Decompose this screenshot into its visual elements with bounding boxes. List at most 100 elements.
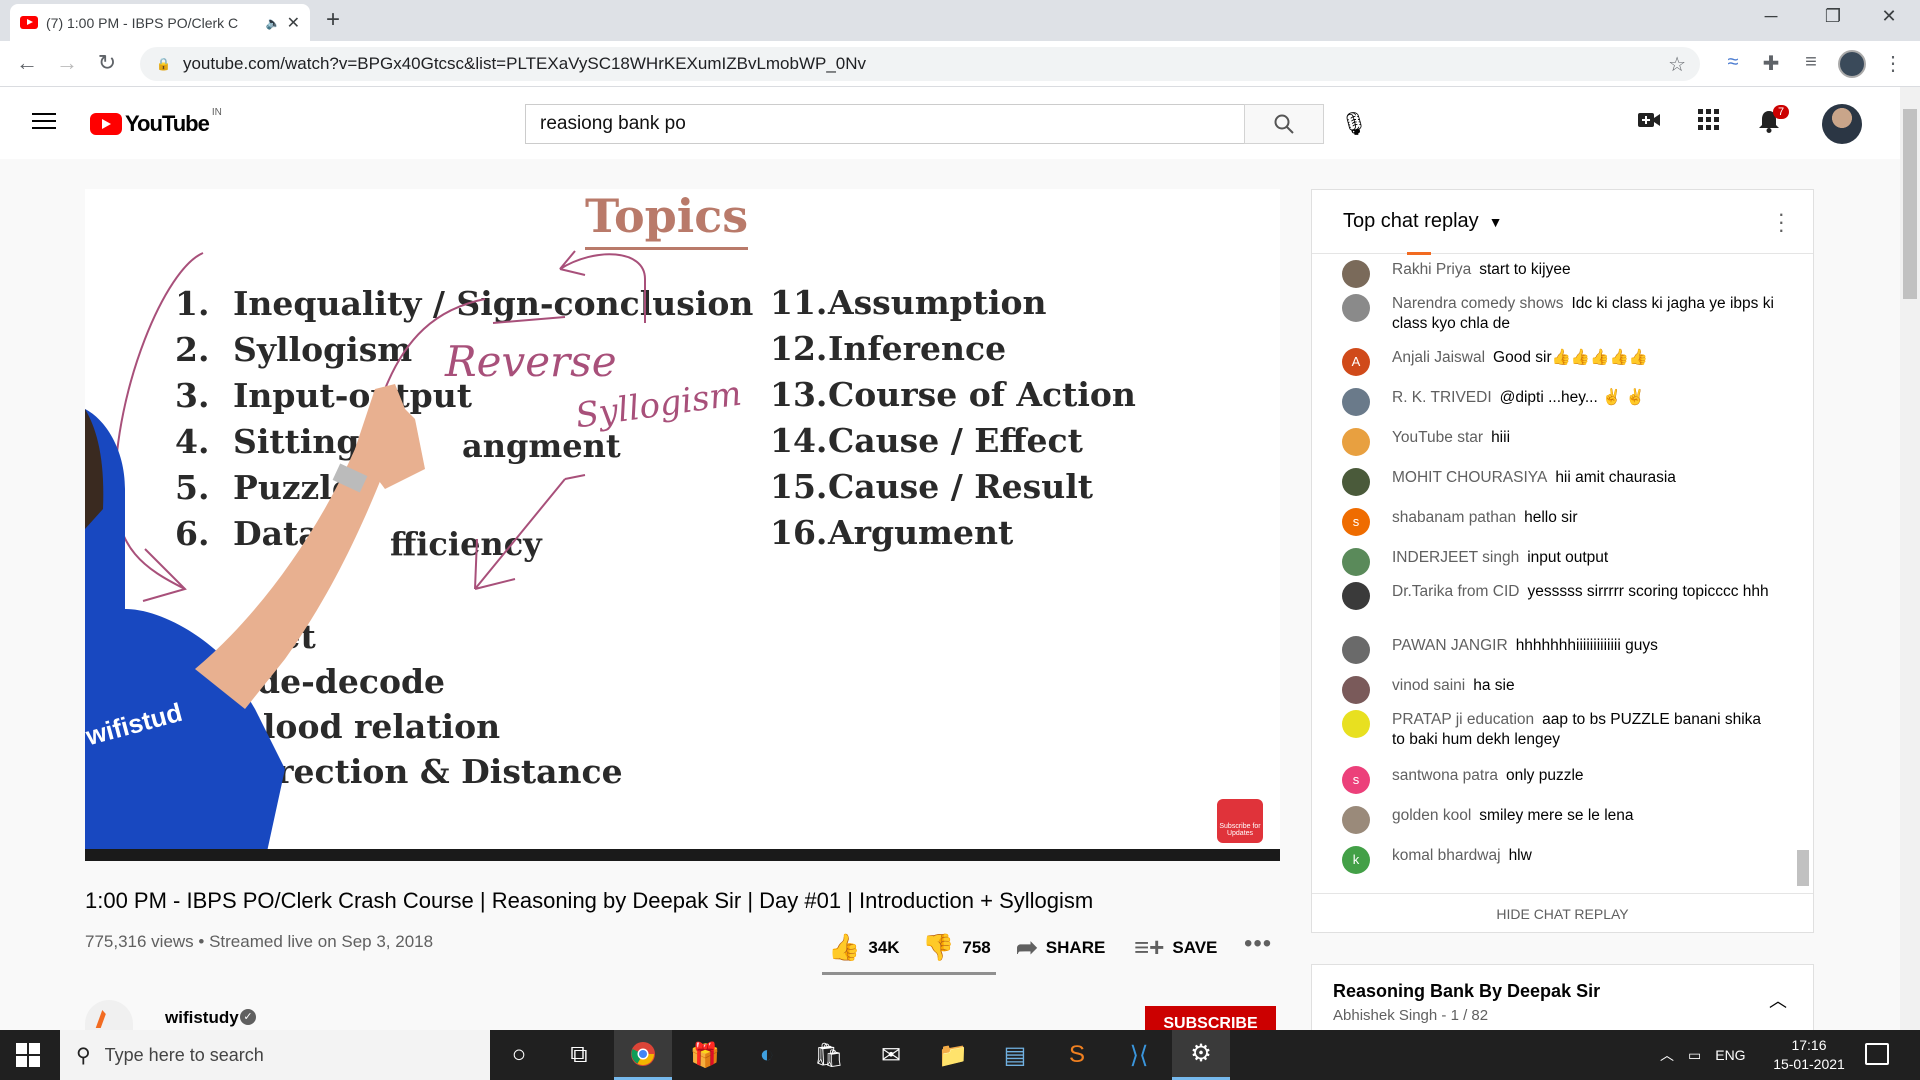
maximize-button[interactable]: ❐ [1810,6,1856,27]
share-button[interactable]: ➦ SHARE [1016,932,1105,963]
new-tab-button[interactable]: + [326,8,340,32]
media-control-icon[interactable]: ≡ [1796,51,1826,74]
action-center-icon[interactable] [1865,1043,1889,1065]
chat-author-name[interactable]: PAWAN JANGIR [1392,637,1508,654]
presenter-and-ink-layer [85,250,1280,853]
vscode-icon[interactable]: ⟩⟨ [1110,1030,1168,1080]
browser-profile-avatar[interactable] [1838,50,1866,78]
channel-avatar[interactable] [85,1000,133,1030]
search-input[interactable]: reasiong bank po [525,104,1245,144]
sublime-text-icon[interactable]: S [1048,1030,1106,1080]
chat-message-list[interactable]: Rakhi Priya start to kijyee Narendra comed… [1312,260,1792,892]
chat-author-name[interactable]: INDERJEET singh [1392,549,1519,566]
reload-button[interactable]: ↻ [92,50,122,76]
subscribe-button[interactable]: SUBSCRIBE [1145,1006,1276,1030]
search-button[interactable] [1244,104,1324,144]
chat-author-name[interactable]: Dr.Tarika from CID [1392,583,1519,600]
share-label: SHARE [1045,937,1106,957]
extension-icon[interactable]: ≈ [1718,51,1748,74]
chat-author-avatar[interactable] [1342,294,1370,322]
close-window-button[interactable]: ✕ [1866,6,1912,27]
more-actions-icon[interactable]: ••• [1244,930,1272,958]
chat-scrollbar[interactable] [1794,260,1812,892]
network-icon[interactable]: ▭ [1688,1047,1701,1064]
chat-author-name[interactable]: vinod saini [1392,677,1465,694]
speaker-icon[interactable]: 🔈 [266,16,281,30]
chat-author-avatar[interactable] [1342,260,1370,288]
chat-author-avatar[interactable]: s [1342,766,1370,794]
chat-author-name[interactable]: komal bhardwaj [1392,847,1501,864]
chat-author-name[interactable]: Rakhi Priya [1392,261,1471,278]
dropdown-caret-icon: ▼ [1488,213,1503,230]
language-indicator[interactable]: ENG [1715,1047,1745,1063]
back-button[interactable]: ← [12,50,42,76]
chat-author-name[interactable]: Anjali Jaiswal [1392,349,1485,366]
gift-app-icon[interactable]: 🎁 [676,1030,734,1080]
minimize-button[interactable]: ─ [1748,6,1794,27]
chat-author-avatar[interactable] [1342,676,1370,704]
cortana-icon[interactable]: ○ [490,1030,548,1080]
chat-author-avatar[interactable]: A [1342,348,1370,376]
hide-chat-replay-button[interactable]: HIDE CHAT REPLAY [1312,893,1813,933]
channel-name[interactable]: wifistudy [165,1008,239,1028]
chat-author-avatar[interactable] [1342,806,1370,834]
close-tab-icon[interactable]: ✕ [287,13,300,33]
account-avatar[interactable] [1822,104,1862,144]
chat-author-name[interactable]: santwona patra [1392,767,1498,784]
microphone-icon[interactable]: 🎙 [1340,111,1368,137]
store-icon[interactable]: 🛍 [800,1030,858,1080]
like-button[interactable]: 👍 34K [828,932,900,963]
extensions-puzzle-icon[interactable]: ✚ [1756,51,1786,76]
apps-grid-icon[interactable] [1694,109,1724,138]
playlist-panel[interactable]: Reasoning Bank By Deepak Sir Abhishek Si… [1311,964,1814,1030]
bookmark-star-icon[interactable]: ☆ [1668,52,1686,77]
taskbar-search-box[interactable]: ⚲ Type here to search [60,1030,490,1080]
url-bar[interactable]: 🔒 youtube.com/watch?v=BPGx40Gtcsc&list=P… [140,47,1700,81]
chat-author-name[interactable]: YouTube star [1392,429,1483,446]
windows-start-icon[interactable] [16,1043,40,1067]
playlist-title[interactable]: Reasoning Bank By Deepak Sir [1333,981,1600,1002]
hamburger-menu-icon[interactable] [32,113,56,131]
chat-author-avatar[interactable] [1342,710,1370,738]
dislike-button[interactable]: 👎 758 [922,932,991,963]
subscribe-watermark[interactable]: Subscribe for Updates [1217,799,1263,843]
chat-author-name[interactable]: R. K. TRIVEDI [1392,389,1492,406]
chat-author-name[interactable]: shabanam pathan [1392,509,1516,526]
chat-author-avatar[interactable] [1342,636,1370,664]
chat-author-avatar[interactable] [1342,582,1370,610]
chat-author-avatar[interactable] [1342,548,1370,576]
file-explorer-icon[interactable]: 📁 [924,1030,982,1080]
create-video-icon[interactable] [1634,109,1664,137]
video-player[interactable]: Topics 1. Inequality / Sign-conclusion 2. S… [85,189,1280,861]
chat-author-name[interactable]: golden kool [1392,807,1471,824]
task-view-icon[interactable]: ⧉ [550,1030,608,1080]
chat-author-avatar[interactable]: k [1342,846,1370,874]
chat-author-avatar[interactable]: s [1342,508,1370,536]
chat-author-avatar[interactable] [1342,428,1370,456]
save-button[interactable]: ≡+ SAVE [1134,932,1217,963]
edge-icon[interactable]: ◐ [738,1030,796,1080]
chat-author-name[interactable]: Narendra comedy shows [1392,295,1563,312]
youtube-logo[interactable]: YouTube IN [90,107,222,137]
chat-more-icon[interactable]: · · · [1778,203,1785,241]
chat-mode-selector[interactable]: Top chat replay ▼ [1312,190,1813,254]
settings-gear-icon[interactable]: ⚙ [1172,1030,1230,1080]
browser-tab[interactable]: (7) 1:00 PM - IBPS PO/Clerk C 🔈 ✕ [10,4,310,41]
chevron-up-icon[interactable]: ︿ [1769,987,1787,1013]
chat-author-avatar[interactable] [1342,388,1370,416]
chrome-icon[interactable] [614,1030,672,1080]
clock[interactable]: 17:16 15-01-2021 [1764,1036,1854,1074]
chat-scrollbar-thumb[interactable] [1797,850,1809,886]
chat-author-name[interactable]: MOHIT CHOURASIYA [1392,469,1547,486]
browser-menu-icon[interactable]: ⋮ [1878,51,1908,76]
system-tray: ︿ ▭ ENG [1660,1030,1746,1080]
forward-button[interactable]: → [52,50,82,76]
scrollbar-thumb[interactable] [1903,109,1917,299]
chat-message-text: hello sir [1524,509,1578,526]
page-scrollbar[interactable] [1900,87,1920,1030]
mail-icon[interactable]: ✉ [862,1030,920,1080]
app-icon[interactable]: ▤ [986,1030,1044,1080]
chat-author-avatar[interactable] [1342,468,1370,496]
chevron-up-icon[interactable]: ︿ [1660,1045,1674,1065]
chat-author-name[interactable]: PRATAP ji education [1392,711,1534,728]
